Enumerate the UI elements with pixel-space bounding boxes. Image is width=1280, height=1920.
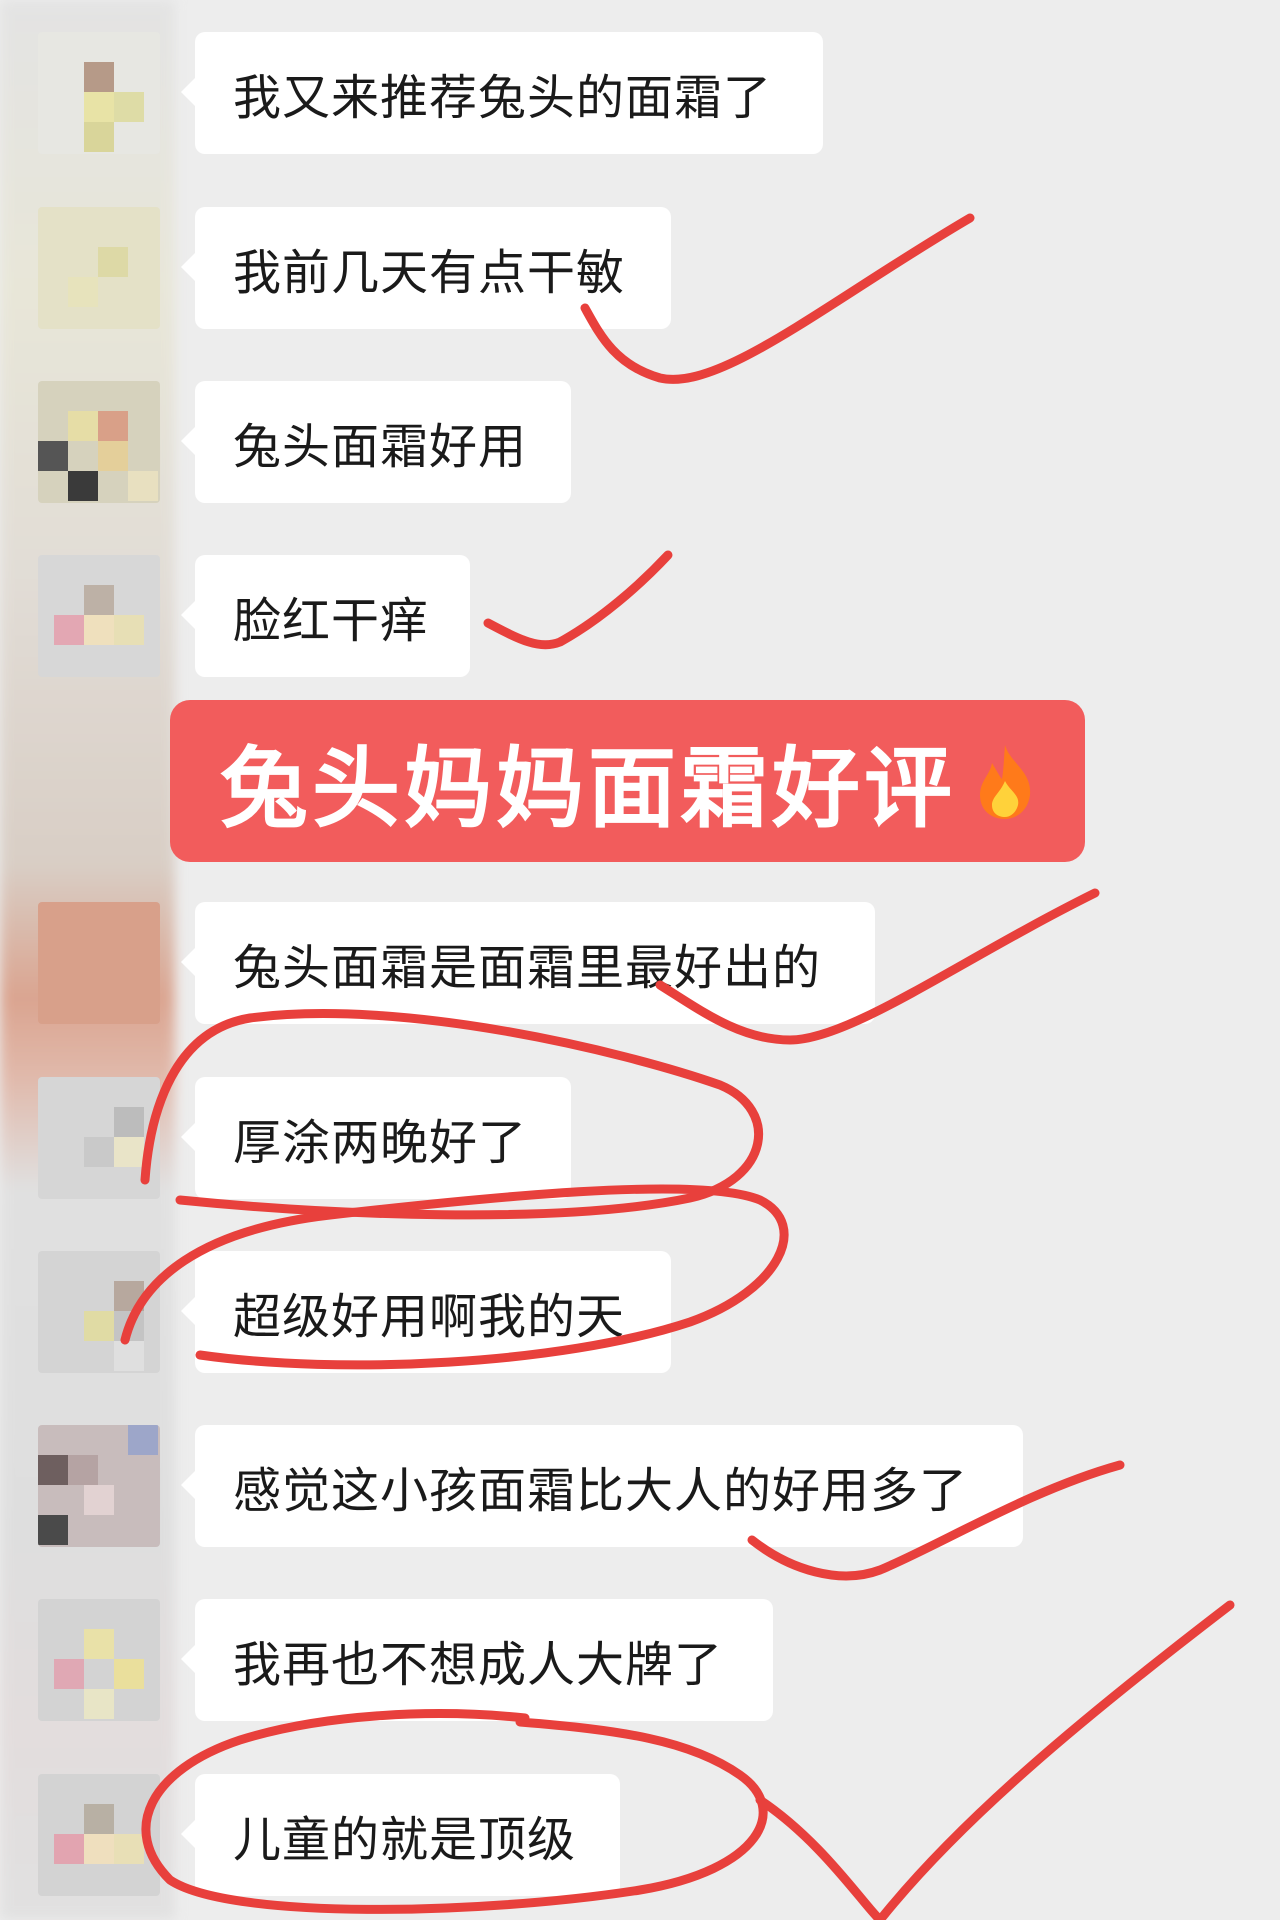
avatar[interactable] — [38, 1774, 160, 1896]
message-text: 兔头面霜是面霜里最好出的 — [233, 940, 822, 996]
message-text: 兔头面霜好用 — [233, 419, 528, 475]
message-text: 儿童的就是顶级 — [233, 1812, 577, 1868]
message-text: 厚涂两晚好了 — [233, 1115, 528, 1171]
message-text: 我又来推荐兔头的面霜了 — [233, 70, 773, 126]
chat-screen: 我又来推荐兔头的面霜了 我前几天有点干敏 兔头面霜好用 脸红干痒 兔头妈妈面霜好… — [0, 0, 1280, 1920]
avatar[interactable] — [38, 902, 160, 1024]
avatar[interactable] — [38, 1077, 160, 1199]
checkmark-annotation — [483, 550, 673, 650]
avatar[interactable] — [38, 207, 160, 329]
message-bubble[interactable]: 儿童的就是顶级 — [181, 1774, 620, 1896]
message-text: 脸红干痒 — [233, 593, 430, 649]
checkmark-annotation — [755, 1600, 1235, 1920]
message-bubble[interactable]: 我再也不想成人大牌了 — [181, 1599, 773, 1721]
message-bubble[interactable]: 兔头面霜是面霜里最好出的 — [181, 902, 875, 1024]
review-banner: 兔头妈妈面霜好评 — [170, 700, 1085, 862]
message-text: 感觉这小孩面霜比大人的好用多了 — [233, 1463, 969, 1519]
message-bubble[interactable]: 我前几天有点干敏 — [181, 207, 671, 329]
avatar[interactable] — [38, 1251, 160, 1373]
fire-icon — [980, 745, 1031, 819]
message-text: 我前几天有点干敏 — [233, 245, 626, 301]
message-text: 超级好用啊我的天 — [233, 1289, 626, 1345]
avatar[interactable] — [38, 1425, 160, 1547]
message-bubble[interactable]: 兔头面霜好用 — [181, 381, 571, 503]
message-bubble[interactable]: 我又来推荐兔头的面霜了 — [181, 32, 823, 154]
avatar[interactable] — [38, 381, 160, 503]
message-bubble[interactable]: 感觉这小孩面霜比大人的好用多了 — [181, 1425, 1023, 1547]
avatar[interactable] — [38, 555, 160, 677]
message-text: 我再也不想成人大牌了 — [233, 1637, 724, 1693]
message-bubble[interactable]: 厚涂两晚好了 — [181, 1077, 571, 1199]
message-bubble[interactable]: 超级好用啊我的天 — [181, 1251, 671, 1373]
message-bubble[interactable]: 脸红干痒 — [181, 555, 470, 677]
banner-title: 兔头妈妈面霜好评 — [220, 736, 957, 840]
avatar[interactable] — [38, 1599, 160, 1721]
avatar[interactable] — [38, 32, 160, 154]
